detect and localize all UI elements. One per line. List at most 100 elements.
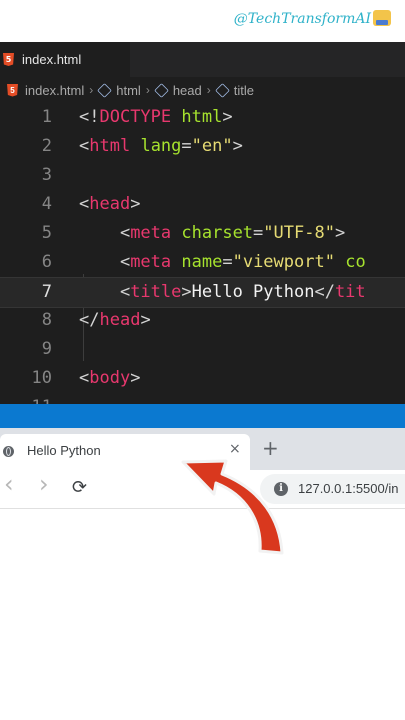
chevron-right-icon: › (206, 83, 211, 97)
browser-toolbar: ‹ › ⟳ i 127.0.0.1:5500/in (0, 470, 405, 509)
code-token: > (140, 310, 151, 330)
line-number: 7 (41, 282, 52, 302)
breadcrumb-item-title[interactable]: title (234, 83, 254, 98)
globe-icon (3, 446, 14, 457)
code-token: "viewport" (232, 252, 335, 272)
element-cube-icon (214, 82, 230, 98)
code-token: </ (79, 310, 100, 330)
breadcrumb-item-html[interactable]: html (116, 83, 141, 98)
code-text: <meta name="viewport" co (79, 248, 366, 277)
code-text: </head> (79, 306, 151, 335)
code-token: > (222, 107, 233, 127)
code-token: </ (314, 282, 335, 302)
code-token: tit (334, 282, 366, 302)
code-token: > (232, 136, 243, 156)
code-token: Hello Python (191, 282, 315, 302)
line-number: 4 (41, 194, 52, 214)
code-text: <!DOCTYPE html> (79, 103, 233, 132)
code-token: head (89, 194, 131, 214)
code-text: <html lang="en"> (79, 132, 243, 161)
code-token: = (222, 252, 233, 272)
breadcrumb-item-head[interactable]: head (173, 83, 202, 98)
technologist-emoji-icon (373, 10, 391, 26)
code-line[interactable]: 2 <html lang="en"> (0, 132, 405, 161)
code-token: > (181, 282, 192, 302)
code-line[interactable]: 5 <meta charset="UTF-8"> (0, 219, 405, 248)
line-number: 6 (41, 252, 52, 272)
editor-tab-index-html[interactable]: 5 index.html (0, 42, 130, 77)
browser-tab[interactable]: Hello Python × (0, 434, 250, 470)
code-token: = (181, 136, 192, 156)
code-line[interactable]: 10 <body> (0, 364, 405, 393)
code-line[interactable]: 11 (0, 393, 405, 404)
element-cube-icon (97, 82, 113, 98)
code-token: < (79, 223, 131, 243)
accent-strip (0, 404, 405, 428)
code-text: <body> (79, 364, 140, 393)
code-token: <! (79, 107, 100, 127)
html5-file-icon: 5 (3, 53, 14, 66)
line-number: 3 (41, 165, 52, 185)
code-area[interactable]: 1 <!DOCTYPE html> 2 <html lang="en"> 3 4 <head… (0, 103, 405, 404)
code-token: co (345, 252, 366, 272)
new-tab-button[interactable]: + (262, 437, 279, 459)
info-icon[interactable]: i (274, 482, 288, 496)
editor-tab-label: index.html (22, 52, 82, 67)
code-token: "UTF-8" (263, 223, 335, 243)
code-text: <title>Hello Python</tit (79, 278, 366, 307)
code-token: < (79, 194, 90, 214)
code-line[interactable]: 3 (0, 161, 405, 190)
chevron-right-icon: › (89, 83, 94, 97)
line-number: 10 (31, 368, 52, 388)
code-token: "en" (191, 136, 233, 156)
code-token: < (79, 282, 131, 302)
code-line[interactable]: 9 (0, 335, 405, 364)
code-token: html (181, 107, 223, 127)
back-button[interactable]: ‹ (4, 472, 14, 496)
code-token: > (130, 194, 141, 214)
close-tab-icon[interactable]: × (229, 441, 241, 457)
watermark-text: @TechTransformAI (233, 11, 371, 27)
code-token: name (181, 252, 223, 272)
code-token: < (79, 252, 131, 272)
code-token: html (89, 136, 131, 156)
watermark: @TechTransformAI (234, 10, 391, 27)
code-token: > (334, 223, 346, 243)
code-line[interactable]: 8 </head> (0, 306, 405, 335)
code-token: < (79, 136, 90, 156)
code-token: charset (181, 223, 254, 243)
code-editor: 5 index.html 5 index.html › html › head … (0, 42, 405, 404)
line-number: 8 (41, 310, 52, 330)
line-number: 1 (41, 107, 52, 127)
code-token: body (89, 368, 131, 388)
url-text[interactable]: 127.0.0.1:5500/in (298, 481, 398, 496)
code-line[interactable]: 7 <title>Hello Python</tit (0, 277, 405, 308)
forward-button[interactable]: › (39, 472, 49, 496)
line-number: 2 (41, 136, 52, 156)
code-token: < (79, 368, 90, 388)
address-bar[interactable]: i 127.0.0.1:5500/in (260, 474, 405, 504)
reload-button[interactable]: ⟳ (72, 477, 87, 499)
code-text: <head> (79, 190, 140, 219)
line-number: 11 (0, 393, 52, 404)
line-number: 9 (41, 339, 52, 359)
html5-file-icon: 5 (7, 83, 18, 97)
code-token: head (99, 310, 141, 330)
code-line[interactable]: 6 <meta name="viewport" co (0, 248, 405, 277)
code-line[interactable]: 1 <!DOCTYPE html> (0, 103, 405, 132)
code-token: meta (130, 223, 172, 243)
browser-window: Hello Python × + ‹ › ⟳ i 127.0.0.1:5500/… (0, 428, 405, 720)
breadcrumb: 5 index.html › html › head › title (0, 77, 405, 103)
code-token: title (130, 282, 182, 302)
browser-tab-bar: Hello Python × + (0, 428, 405, 470)
breadcrumb-file[interactable]: index.html (25, 83, 84, 98)
editor-tab-bar: 5 index.html (0, 42, 405, 77)
code-token: = (253, 223, 264, 243)
code-line[interactable]: 4 <head> (0, 190, 405, 219)
top-band: @TechTransformAI (0, 0, 405, 42)
